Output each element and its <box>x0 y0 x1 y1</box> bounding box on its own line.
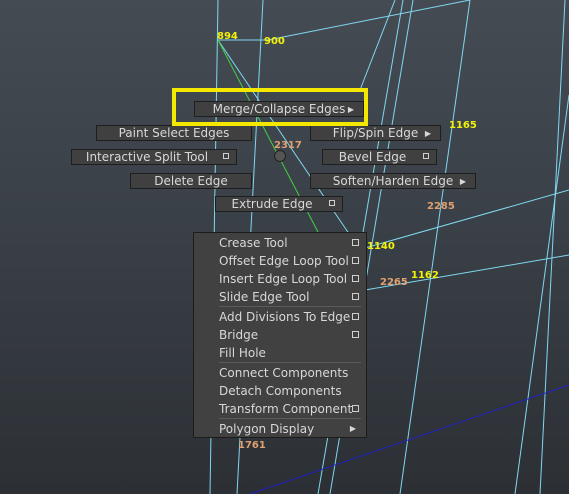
menu-item-offset-edge-loop-tool[interactable]: Offset Edge Loop Tool <box>194 252 366 270</box>
soften-harden-edge-label: Soften/Harden Edge <box>332 174 454 188</box>
flip-spin-edge-label: Flip/Spin Edge <box>332 126 419 140</box>
bevel-edge-button[interactable]: Bevel Edge <box>322 149 437 165</box>
menu-item-label: Connect Components <box>219 366 349 380</box>
wire-edge <box>514 94 569 494</box>
menu-item-label: Slide Edge Tool <box>219 290 310 304</box>
menu-item-label: Add Divisions To Edge <box>219 310 351 324</box>
submenu-arrow-icon: ▶ <box>424 129 431 138</box>
menu-item-detach-components[interactable]: Detach Components <box>194 382 366 400</box>
wire-edge <box>539 0 566 494</box>
option-box-icon[interactable] <box>329 200 335 206</box>
menu-item-crease-tool[interactable]: Crease Tool <box>194 234 366 252</box>
menu-separator <box>219 306 361 307</box>
option-box-icon[interactable] <box>352 239 359 246</box>
extrude-edge-label: Extrude Edge <box>231 197 313 211</box>
menu-item-label: Insert Edge Loop Tool <box>219 272 348 286</box>
vertex-label: 894 <box>217 31 238 42</box>
menu-item-label: Polygon Display <box>219 422 315 436</box>
menu-separator <box>219 418 361 419</box>
interactive-split-tool-label: Interactive Split Tool <box>85 150 209 164</box>
interactive-split-tool-button[interactable]: Interactive Split Tool <box>71 149 237 165</box>
option-box-icon[interactable] <box>423 153 429 159</box>
vertex-label: 1165 <box>449 120 477 131</box>
option-box-icon[interactable] <box>352 257 359 264</box>
option-box-icon[interactable] <box>352 313 359 320</box>
wire-edge <box>267 0 471 41</box>
menu-item-label: Offset Edge Loop Tool <box>219 254 349 268</box>
menu-item-add-divisions-to-edge[interactable]: Add Divisions To Edge <box>194 308 366 326</box>
menu-item-connect-components[interactable]: Connect Components <box>194 364 366 382</box>
menu-item-fill-hole[interactable]: Fill Hole <box>194 344 366 362</box>
submenu-arrow-icon: ▶ <box>349 424 356 433</box>
soften-harden-edge-button[interactable]: Soften/Harden Edge ▶ <box>310 173 476 189</box>
paint-select-edges-label: Paint Select Edges <box>118 126 230 140</box>
menu-item-slide-edge-tool[interactable]: Slide Edge Tool <box>194 288 366 306</box>
option-box-icon[interactable] <box>352 405 359 412</box>
highlight-box <box>172 88 368 126</box>
menu-item-transform-component[interactable]: Transform Component <box>194 400 366 418</box>
vertex-label: 2265 <box>380 277 408 288</box>
menu-item-bridge[interactable]: Bridge <box>194 326 366 344</box>
vertex-label: 1761 <box>238 440 266 451</box>
menu-item-label: Bridge <box>219 328 259 342</box>
submenu-arrow-icon: ▶ <box>459 177 466 186</box>
option-box-icon[interactable] <box>352 293 359 300</box>
menu-item-insert-edge-loop-tool[interactable]: Insert Edge Loop Tool <box>194 270 366 288</box>
menu-item-label: Crease Tool <box>219 236 288 250</box>
wire-edge <box>399 0 471 494</box>
delete-edge-button[interactable]: Delete Edge <box>130 173 252 189</box>
marking-menu-center <box>274 150 286 162</box>
vertex-label: 1162 <box>411 270 439 281</box>
extrude-edge-button[interactable]: Extrude Edge <box>215 196 343 212</box>
option-box-icon[interactable] <box>223 153 229 159</box>
wire-edge <box>364 189 569 249</box>
menu-item-label: Fill Hole <box>219 346 266 360</box>
vertex-label: 1140 <box>367 241 395 252</box>
menu-item-polygon-display[interactable]: Polygon Display ▶ <box>194 420 366 438</box>
menu-separator <box>219 362 361 363</box>
edge-context-menu: Crease Tool Offset Edge Loop Tool Insert… <box>193 232 367 438</box>
bevel-edge-label: Bevel Edge <box>338 150 407 164</box>
paint-select-edges-button[interactable]: Paint Select Edges <box>96 125 252 141</box>
option-box-icon[interactable] <box>352 331 359 338</box>
menu-item-label: Detach Components <box>219 384 342 398</box>
option-box-icon[interactable] <box>352 275 359 282</box>
delete-edge-label: Delete Edge <box>154 174 228 188</box>
menu-item-label: Transform Component <box>219 402 353 416</box>
vertex-label: 900 <box>264 36 285 47</box>
vertex-label: 2285 <box>427 201 455 212</box>
flip-spin-edge-button[interactable]: Flip/Spin Edge ▶ <box>310 125 441 141</box>
